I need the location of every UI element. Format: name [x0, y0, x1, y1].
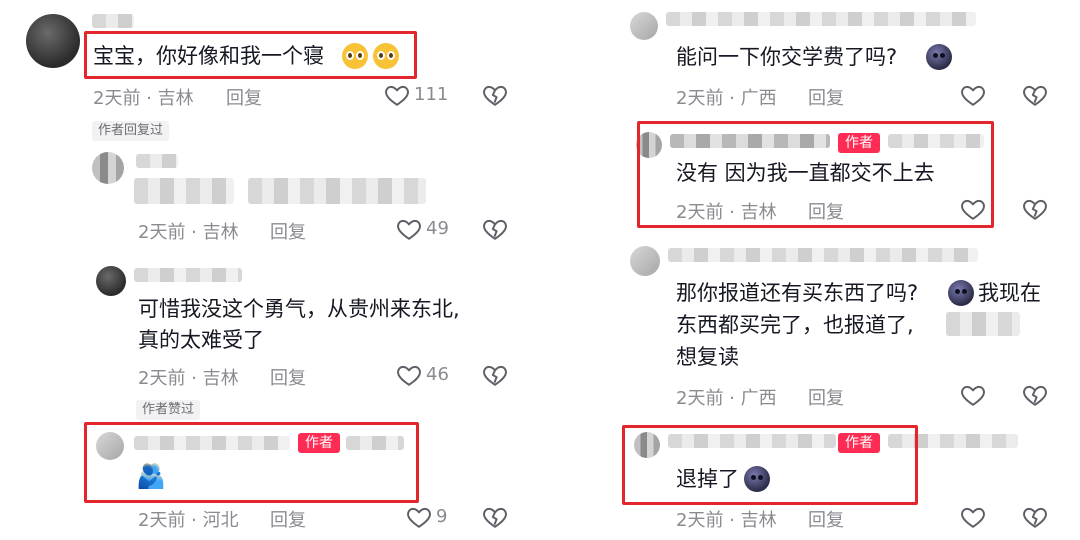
reply-button[interactable]: 回复: [270, 506, 306, 532]
broken-heart-icon[interactable]: [1022, 196, 1048, 222]
emoji-pleading-icon: [373, 43, 399, 69]
broken-heart-icon[interactable]: [482, 504, 508, 530]
comment-text: 没有 因为我一直都交不上去: [676, 161, 935, 185]
emoji-pleading-icon: [342, 43, 368, 69]
comment-text: 能问一下你交学费了吗?: [676, 45, 898, 69]
broken-heart-icon[interactable]: [1022, 82, 1048, 108]
emoji-hug-icon: 🫂: [136, 462, 166, 490]
author-replied-tag: 作者回复过: [92, 121, 170, 141]
comment-meta: 2天前 · 吉林: [676, 202, 777, 223]
reply-button[interactable]: 回复: [226, 84, 262, 110]
blurred-comment-text: [134, 178, 234, 204]
heart-icon[interactable]: [960, 382, 986, 408]
username-suffix: [888, 134, 984, 148]
username[interactable]: [668, 248, 978, 262]
avatar[interactable]: [630, 246, 660, 276]
like-count: 49: [426, 218, 449, 239]
comment-text: 我现在: [978, 281, 1041, 305]
avatar[interactable]: [636, 132, 662, 158]
heart-icon[interactable]: [960, 196, 986, 222]
comment-text: 那你报道还有买东西了吗?: [676, 281, 919, 305]
heart-icon[interactable]: [396, 362, 422, 388]
broken-heart-icon[interactable]: [482, 216, 508, 242]
comment-text: 想复读: [676, 345, 739, 369]
like-count: 111: [414, 84, 449, 105]
username-suffix: [346, 436, 404, 450]
emoji-face-icon: [744, 466, 770, 492]
emoji-face-icon: [948, 280, 974, 306]
author-badge: 作者: [838, 433, 880, 453]
avatar[interactable]: [26, 14, 80, 68]
heart-icon[interactable]: [960, 504, 986, 530]
comment-meta: 2天前 · 广西: [676, 88, 777, 109]
username[interactable]: [666, 12, 976, 26]
reply-button[interactable]: 回复: [270, 218, 306, 244]
username[interactable]: [136, 154, 178, 168]
comment-text: 退掉了: [676, 467, 739, 491]
reply-button[interactable]: 回复: [270, 364, 306, 390]
comment-text: 东西都买完了，也报道了,: [676, 313, 914, 337]
blurred-comment-text: [946, 312, 1020, 336]
reply-button[interactable]: 回复: [808, 384, 844, 410]
broken-heart-icon[interactable]: [1022, 382, 1048, 408]
reply-button[interactable]: 回复: [808, 506, 844, 532]
heart-icon[interactable]: [406, 504, 432, 530]
author-badge: 作者: [838, 133, 880, 153]
comment-text: 宝宝，你好像和我一个寝: [93, 44, 324, 68]
highlight-box: [84, 422, 419, 503]
heart-icon[interactable]: [396, 216, 422, 242]
avatar[interactable]: [96, 266, 126, 296]
comment-meta: 2天前 · 吉林: [138, 368, 239, 389]
avatar[interactable]: [92, 152, 124, 184]
username-suffix: [888, 434, 1018, 448]
emoji-face-icon: [926, 44, 952, 70]
avatar[interactable]: [96, 432, 124, 460]
like-count: 46: [426, 364, 449, 385]
broken-heart-icon[interactable]: [482, 82, 508, 108]
heart-icon[interactable]: [960, 82, 986, 108]
comment-meta: 2天前 · 吉林: [138, 222, 239, 243]
blurred-comment-text: [248, 178, 426, 204]
reply-button[interactable]: 回复: [808, 198, 844, 224]
username[interactable]: [668, 434, 836, 448]
author-liked-tag: 作者赞过: [136, 400, 201, 420]
broken-heart-icon[interactable]: [1022, 504, 1048, 530]
comment-meta: 2天前 · 广西: [676, 388, 777, 409]
comment-meta: 2天前 · 吉林: [93, 88, 194, 109]
broken-heart-icon[interactable]: [482, 362, 508, 388]
comment-text: 可惜我没这个勇气，从贵州来东北,: [138, 297, 460, 321]
reply-button[interactable]: 回复: [808, 84, 844, 110]
username[interactable]: [134, 268, 242, 282]
avatar[interactable]: [634, 432, 660, 458]
heart-icon[interactable]: [384, 82, 410, 108]
username[interactable]: [670, 134, 830, 148]
author-badge: 作者: [298, 433, 340, 453]
avatar[interactable]: [630, 12, 658, 40]
username[interactable]: [92, 14, 134, 28]
comment-meta: 2天前 · 吉林: [676, 510, 777, 531]
comment-text: 真的太难受了: [138, 328, 264, 352]
username[interactable]: [134, 436, 290, 450]
comment-meta: 2天前 · 河北: [138, 510, 239, 531]
like-count: 9: [436, 506, 448, 527]
